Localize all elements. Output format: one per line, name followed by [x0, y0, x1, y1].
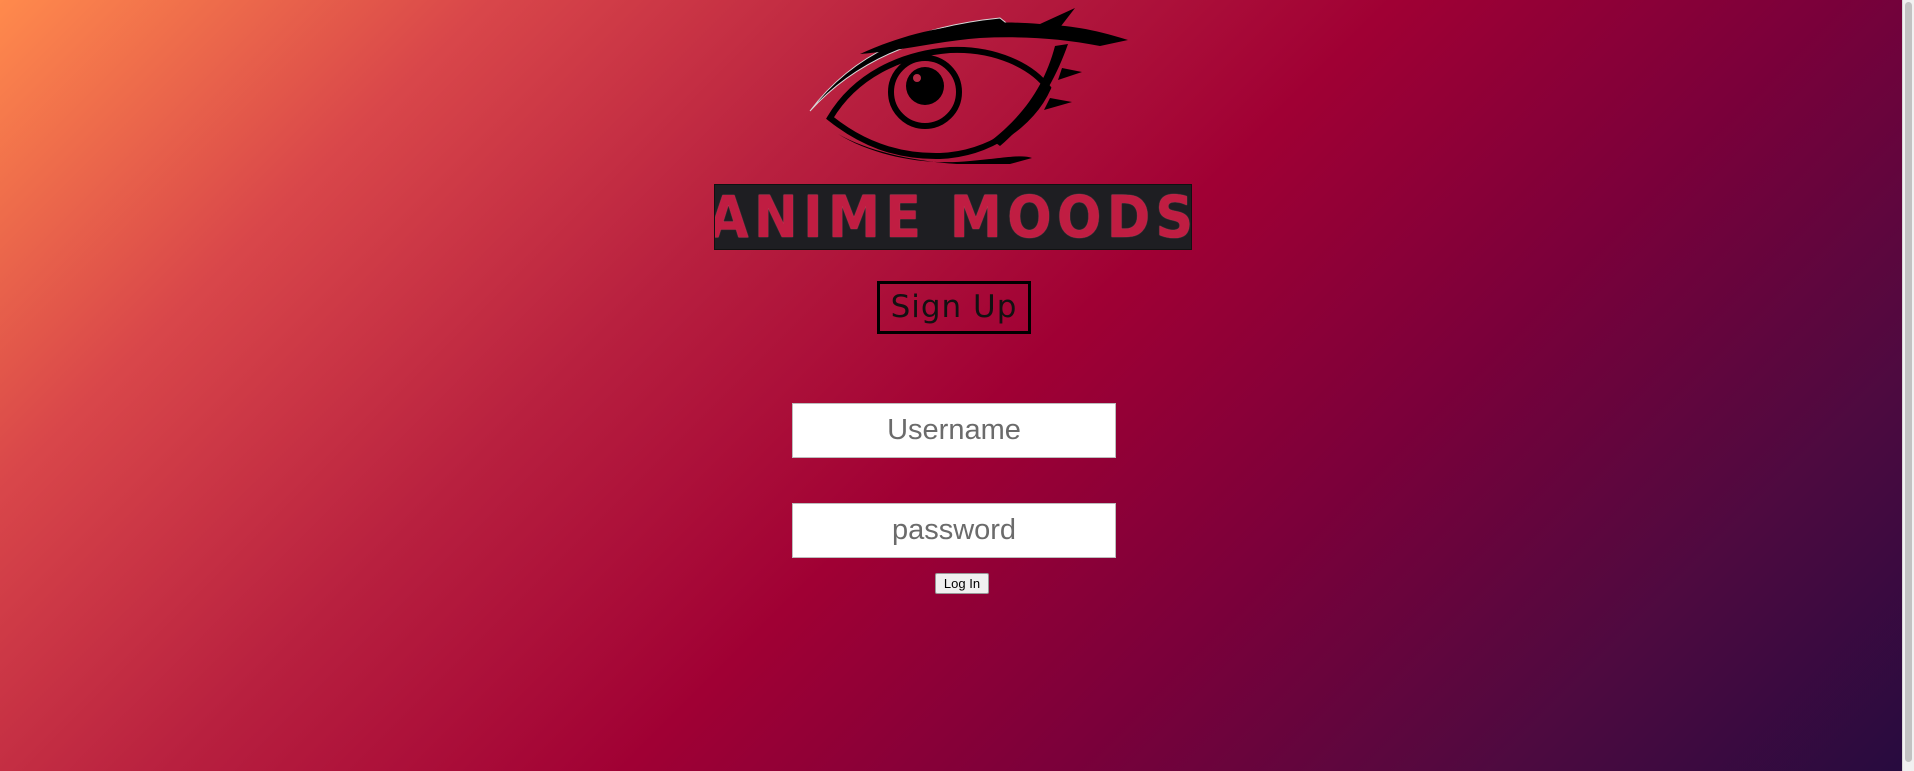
sign-up-button[interactable]: Sign Up	[877, 281, 1031, 334]
brand-name: ANIME MOODS	[714, 184, 1192, 250]
vertical-scrollbar[interactable]	[1902, 0, 1914, 771]
log-in-button[interactable]: Log In	[935, 573, 989, 594]
eye-icon	[809, 8, 1128, 164]
scrollbar-thumb[interactable]	[1905, 2, 1912, 762]
username-input[interactable]	[792, 403, 1116, 458]
brand-banner: ANIME MOODS	[714, 184, 1192, 250]
password-input[interactable]	[792, 503, 1116, 558]
